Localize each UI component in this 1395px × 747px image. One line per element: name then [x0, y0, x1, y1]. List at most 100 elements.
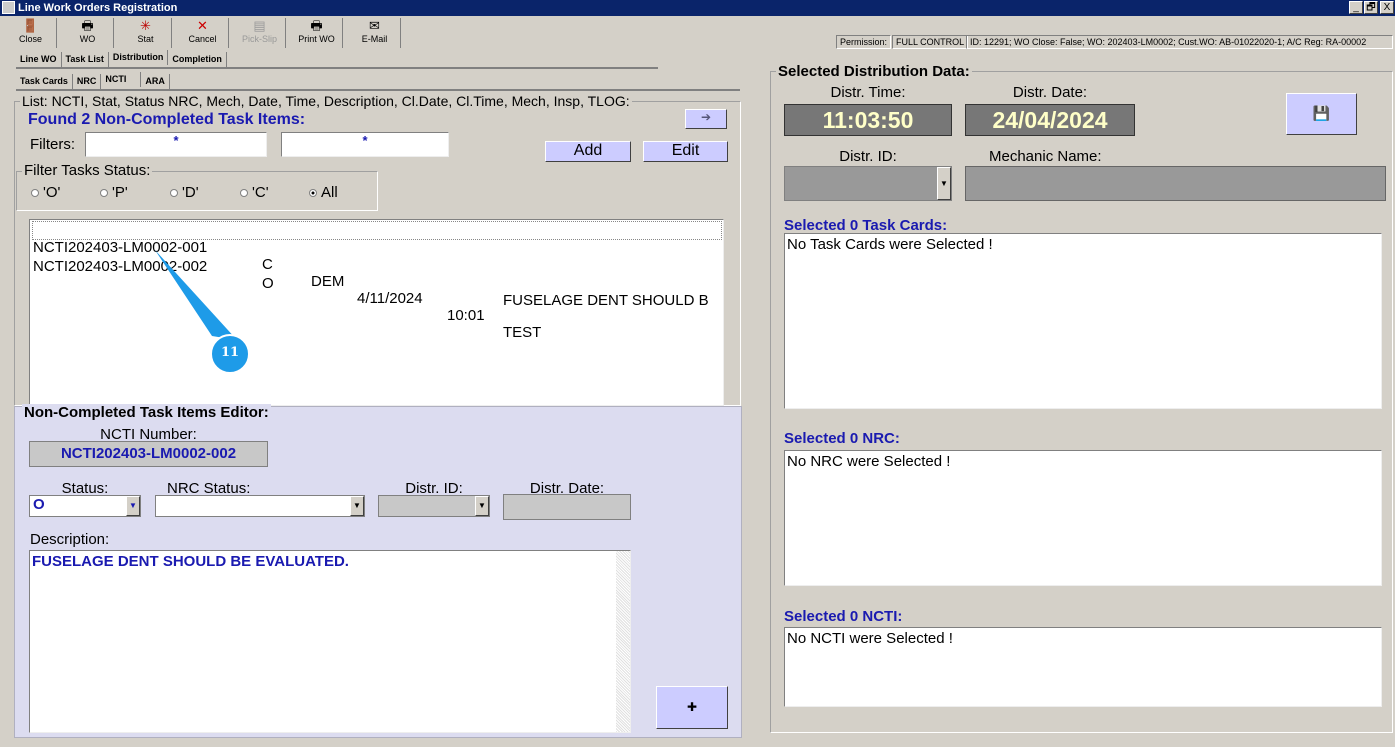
- tab-ara[interactable]: ARA: [141, 74, 170, 89]
- chevron-down-icon: ▼: [350, 496, 364, 516]
- print-wo-button[interactable]: 🖶 Print WO: [291, 18, 343, 48]
- status-value: O: [33, 496, 45, 513]
- status-filter-legend: Filter Tasks Status:: [22, 162, 153, 179]
- toolbar-label: E-Mail: [361, 34, 388, 44]
- minimize-button[interactable]: _: [1349, 1, 1363, 14]
- sub-tabs: Task Cards NRC NCTI ARA: [16, 72, 740, 91]
- printer-doc-icon: 🖶: [81, 18, 94, 33]
- status-dropdown[interactable]: O ▼: [29, 495, 141, 517]
- nrc-list[interactable]: No NRC were Selected !: [784, 450, 1382, 586]
- toolbar-label: Pick-Slip: [241, 34, 277, 44]
- distr-date-field: [503, 494, 631, 520]
- close-button[interactable]: 🚪 Close: [5, 18, 57, 48]
- door-icon: 🚪: [22, 18, 39, 33]
- add-button[interactable]: Add: [545, 141, 631, 162]
- filter-input-1[interactable]: *: [85, 132, 267, 157]
- window-title: Line Work Orders Registration: [18, 2, 178, 14]
- save-ncti-button[interactable]: ✚: [656, 686, 728, 729]
- radio-o[interactable]: 'O': [31, 184, 60, 201]
- pick-slip-button[interactable]: ▤ Pick-Slip: [234, 18, 286, 48]
- distr-id-select[interactable]: ▼: [784, 166, 952, 201]
- pick-slip-icon: ▤: [253, 18, 266, 33]
- arrow-right-icon: ➔: [700, 110, 712, 124]
- close-window-button[interactable]: X: [1380, 1, 1394, 14]
- radio-c[interactable]: 'C': [240, 184, 269, 201]
- row-desc: FUSELAGE DENT SHOULD B: [503, 292, 709, 309]
- mechanic-name-label: Mechanic Name:: [989, 148, 1102, 165]
- row-stat: O: [262, 275, 274, 292]
- radio-label: 'O': [43, 184, 61, 201]
- row-mech: DEM: [311, 273, 345, 290]
- ncti-label: Selected 0 NCTI:: [784, 608, 903, 625]
- description-label: Description:: [30, 531, 110, 548]
- plus-icon: ✚: [686, 700, 698, 714]
- nrc-status-dropdown[interactable]: ▼: [155, 495, 365, 517]
- tab-line-wo[interactable]: Line WO: [16, 52, 62, 67]
- mail-icon: ✉: [369, 18, 380, 33]
- radio-checked-icon: [309, 189, 317, 198]
- radio-d[interactable]: 'D': [170, 184, 199, 201]
- found-count: Found 2 Non-Completed Task Items:: [28, 111, 306, 128]
- filter-input-2[interactable]: *: [281, 132, 449, 157]
- arrow-right-button[interactable]: ➔: [685, 109, 727, 129]
- tab-nrc[interactable]: NRC: [73, 74, 102, 89]
- radio-p[interactable]: 'P': [100, 184, 128, 201]
- radio-all[interactable]: All: [309, 184, 338, 201]
- wo-button[interactable]: 🖶 WO: [62, 18, 114, 48]
- annotation-number: 11: [220, 345, 240, 360]
- stat-icon: ✳: [140, 18, 151, 33]
- list-row[interactable]: NCTI202403-LM0002-001 C DEM 4/11/2024 10…: [32, 221, 722, 341]
- save-distribution-button[interactable]: 💾: [1286, 93, 1357, 135]
- radio-label: 'D': [182, 184, 199, 201]
- ncti-number-field: NCTI202403-LM0002-002: [29, 441, 268, 467]
- permission-value: FULL CONTROL: [892, 35, 969, 49]
- cancel-button[interactable]: ✕ Cancel: [177, 18, 229, 48]
- stat-button[interactable]: ✳ Stat: [120, 18, 172, 48]
- toolbar-label: Cancel: [188, 34, 217, 44]
- radio-circle-icon: [240, 189, 248, 198]
- wo-info: ID: 12291; WO Close: False; WO: 202403-L…: [966, 35, 1393, 49]
- list-legend: List: NCTI, Stat, Status NRC, Mech, Date…: [20, 93, 632, 109]
- chevron-down-icon: ▼: [126, 496, 140, 516]
- tab-distribution[interactable]: Distribution: [108, 50, 169, 65]
- tab-task-cards[interactable]: Task Cards: [16, 74, 73, 89]
- permission-label: Permission:: [836, 35, 892, 49]
- radio-label: 'C': [252, 184, 269, 201]
- description-textarea[interactable]: FUSELAGE DENT SHOULD BE EVALUATED.: [29, 550, 631, 733]
- nrc-label: Selected 0 NRC:: [784, 430, 900, 447]
- row-desc: TEST: [503, 324, 542, 341]
- e-mail-button[interactable]: ✉ E-Mail: [349, 18, 401, 48]
- toolbar-label: Print WO: [298, 34, 335, 44]
- tab-completion[interactable]: Completion: [168, 52, 227, 67]
- ncti-list[interactable]: NCTI202403-LM0002-001 C DEM 4/11/2024 10…: [29, 219, 724, 406]
- tab-ncti[interactable]: NCTI: [101, 72, 142, 87]
- tab-task-list[interactable]: Task List: [62, 52, 109, 67]
- radio-circle-icon: [100, 189, 108, 198]
- distr-id-dropdown[interactable]: ▼: [378, 495, 490, 517]
- distr-date-label: Distr. Date:: [1012, 84, 1088, 101]
- radio-circle-icon: [31, 189, 39, 198]
- chevron-down-icon: ▼: [937, 167, 951, 200]
- list-row[interactable]: NCTI202403-LM0002-002 O FUSELAGE DENT SH…: [32, 241, 722, 309]
- task-cards-list[interactable]: No Task Cards were Selected !: [784, 233, 1382, 409]
- row-time: 10:01: [447, 307, 485, 324]
- editor-legend: Non-Completed Task Items Editor:: [22, 404, 271, 421]
- description-scrollbar[interactable]: [616, 551, 630, 732]
- distr-time-label: Distr. Time:: [830, 84, 906, 101]
- distr-time-value: 11:03:50: [784, 104, 952, 136]
- task-cards-label: Selected 0 Task Cards:: [784, 217, 948, 234]
- restore-button[interactable]: 🗗: [1364, 1, 1378, 14]
- mechanic-name-field: [965, 166, 1386, 201]
- title-bar: Line Work Orders Registration: [0, 0, 1395, 16]
- distribution-legend: Selected Distribution Data:: [776, 63, 972, 80]
- printer-icon: 🖶: [310, 18, 323, 33]
- callout-pointer: [155, 250, 237, 340]
- ncti-selected-list[interactable]: No NCTI were Selected !: [784, 627, 1382, 707]
- toolbar-label: WO: [79, 34, 96, 44]
- edit-button[interactable]: Edit: [643, 141, 728, 162]
- filters-label: Filters:: [30, 136, 75, 153]
- chevron-down-icon: ▼: [475, 496, 489, 516]
- floppy-disk-icon: 💾: [1312, 105, 1331, 121]
- radio-label: 'P': [112, 184, 128, 201]
- radio-circle-icon: [170, 189, 178, 198]
